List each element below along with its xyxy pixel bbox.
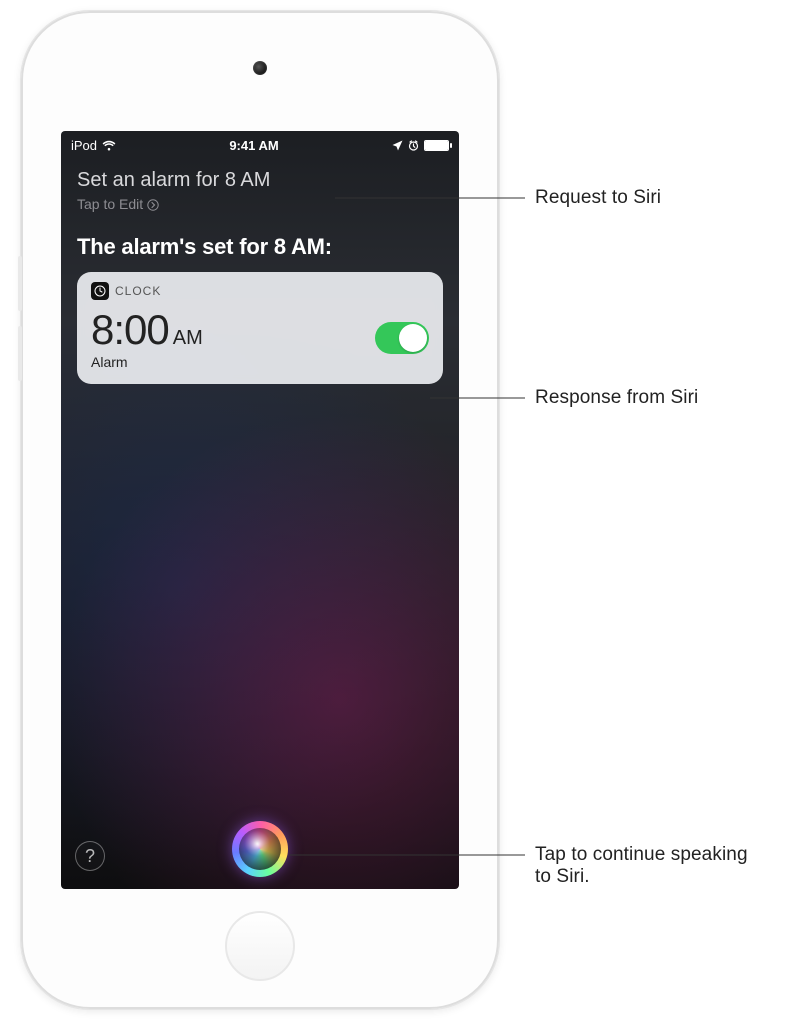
question-mark-icon: ? — [85, 846, 95, 867]
wifi-icon — [102, 140, 116, 151]
callout-response: Response from Siri — [535, 387, 698, 409]
front-camera — [253, 61, 267, 75]
alarm-time-value: 8:00 — [91, 306, 169, 354]
tap-to-edit-label: Tap to Edit — [77, 196, 143, 212]
alarm-toggle[interactable] — [375, 322, 429, 354]
siri-user-request[interactable]: Set an alarm for 8 AM — [77, 169, 443, 192]
clock-alarm-card[interactable]: CLOCK 8:00 AM Alarm — [77, 272, 443, 384]
volume-down-button — [18, 326, 22, 381]
tap-to-edit-button[interactable]: Tap to Edit — [77, 196, 443, 212]
callout-orb: Tap to continue speaking to Siri. — [535, 844, 765, 888]
chevron-right-icon — [147, 198, 159, 210]
clock-app-name: CLOCK — [115, 284, 161, 298]
ipod-device: iPod 9:41 AM Set an alarm for 8 AM Tap t… — [20, 10, 500, 1010]
siri-screen: iPod 9:41 AM Set an alarm for 8 AM Tap t… — [61, 131, 459, 889]
alarm-label: Alarm — [91, 354, 203, 370]
siri-orb-button[interactable] — [232, 821, 288, 877]
clock-app-icon — [91, 282, 109, 300]
battery-icon — [424, 140, 449, 151]
carrier-label: iPod — [71, 138, 97, 153]
callout-request: Request to Siri — [535, 187, 661, 209]
siri-help-button[interactable]: ? — [75, 841, 105, 871]
status-time: 9:41 AM — [229, 138, 278, 153]
alarm-time-ampm: AM — [173, 327, 203, 350]
status-bar: iPod 9:41 AM — [61, 131, 459, 155]
location-icon — [392, 140, 403, 151]
siri-response-text: The alarm's set for 8 AM: — [77, 234, 443, 260]
alarm-status-icon — [408, 140, 419, 151]
toggle-knob — [399, 324, 427, 352]
volume-up-button — [18, 256, 22, 311]
home-button[interactable] — [225, 911, 295, 981]
